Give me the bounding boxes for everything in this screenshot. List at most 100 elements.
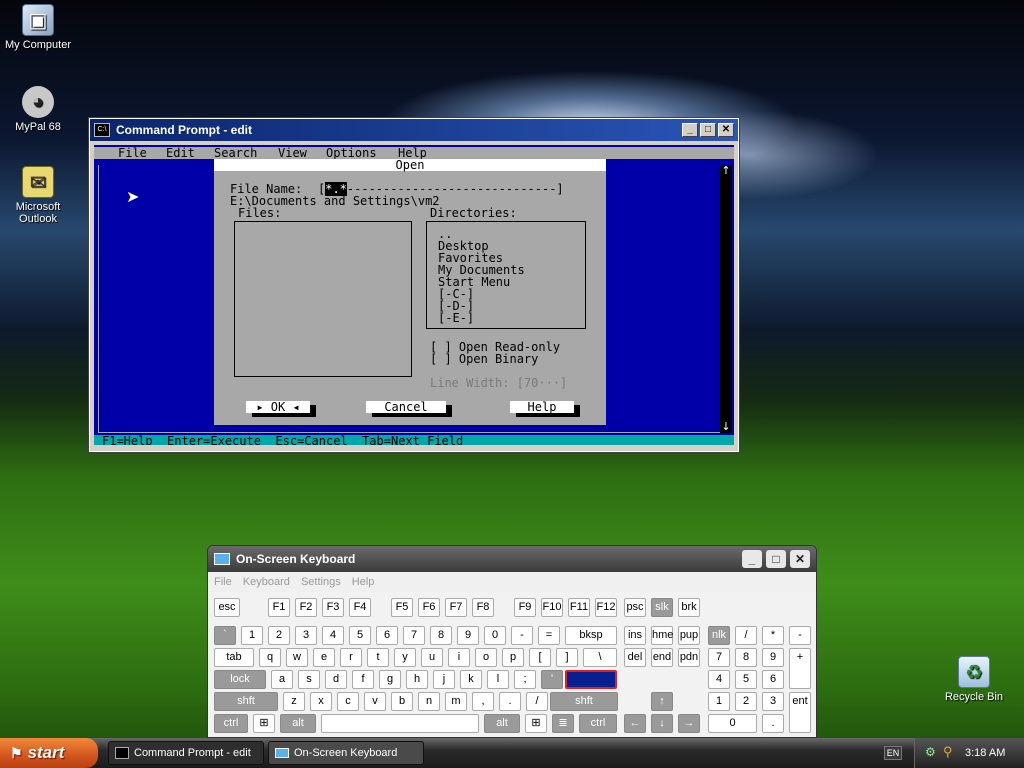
menu-edit[interactable]: Edit [166, 147, 195, 159]
osk-key[interactable]: pup [678, 626, 700, 645]
osk-key[interactable]: F7 [445, 598, 467, 617]
osk-key[interactable]: = [538, 626, 560, 645]
osk-key[interactable]: ] [556, 648, 578, 667]
osk-key[interactable]: F12 [595, 598, 617, 617]
osk-key[interactable]: - [511, 626, 533, 645]
cancel-button[interactable]: Cancel [366, 401, 446, 413]
ok-button[interactable]: ▸ OK ◂ [246, 401, 310, 413]
title-bar[interactable]: C:\ Command Prompt - edit _ □ ✕ [90, 119, 738, 141]
osk-key[interactable]: 2 [268, 626, 290, 645]
osk-key[interactable]: ent [789, 692, 811, 733]
osk-key[interactable]: / [526, 692, 548, 711]
osk-key[interactable]: z [283, 692, 305, 711]
directory-item[interactable]: [-E-] [438, 312, 585, 324]
console-area[interactable]: File Edit Search View Options Help ↑ ↓ ➤… [94, 145, 734, 445]
scroll-down-arrow[interactable]: ↓ [720, 421, 732, 433]
osk-key[interactable]: w [286, 648, 308, 667]
osk-key[interactable]: F4 [349, 598, 371, 617]
osk-key[interactable]: t [367, 648, 389, 667]
osk-key[interactable]: a [271, 670, 293, 689]
osk-key[interactable]: ctrl [214, 714, 248, 733]
osk-key[interactable]: 4 [708, 670, 730, 689]
osk-key[interactable]: x [310, 692, 332, 711]
osk-key[interactable]: 6 [376, 626, 398, 645]
osk-key[interactable]: \ [583, 648, 617, 667]
menu-options[interactable]: Options [326, 147, 377, 159]
osk-key[interactable]: F11 [568, 598, 590, 617]
osk-maximize-button[interactable]: □ [766, 550, 786, 568]
desktop-icon-recycle-bin[interactable]: ♻ Recycle Bin [936, 656, 1012, 703]
osk-key[interactable]: brk [678, 598, 700, 617]
osk-key[interactable]: v [364, 692, 386, 711]
osk-key[interactable]: g [379, 670, 401, 689]
osk-key[interactable]: 3 [762, 692, 784, 711]
language-indicator[interactable]: EN [884, 746, 902, 760]
osk-key[interactable]: ≣ [552, 714, 574, 733]
menu-search[interactable]: Search [214, 147, 257, 159]
scroll-up-arrow[interactable]: ↑ [720, 165, 732, 177]
osk-key[interactable]: p [502, 648, 524, 667]
osk-key[interactable]: F6 [418, 598, 440, 617]
osk-key[interactable]: 0 [484, 626, 506, 645]
osk-key[interactable]: u [421, 648, 443, 667]
osk-key[interactable]: hme [651, 626, 673, 645]
osk-key[interactable]: ' [541, 670, 563, 689]
osk-key[interactable]: 7 [708, 648, 730, 667]
help-button[interactable]: Help [510, 401, 574, 413]
start-button[interactable]: ⚑ start [0, 738, 98, 768]
osk-key[interactable]: alt [280, 714, 316, 733]
osk-key[interactable]: shft [214, 692, 278, 711]
osk-key[interactable] [321, 714, 479, 733]
osk-key[interactable]: F1 [268, 598, 290, 617]
osk-key[interactable]: esc [214, 598, 240, 617]
osk-key[interactable]: del [624, 648, 646, 667]
osk-key[interactable]: i [448, 648, 470, 667]
osk-key[interactable]: 6 [762, 670, 784, 689]
osk-key[interactable]: end [651, 648, 673, 667]
osk-menu-file[interactable]: File [214, 576, 232, 588]
osk-menu-help[interactable]: Help [352, 576, 375, 588]
osk-key[interactable]: slk [651, 598, 673, 617]
osk-key[interactable]: F3 [322, 598, 344, 617]
osk-key[interactable]: 1 [708, 692, 730, 711]
osk-key[interactable]: alt [484, 714, 520, 733]
osk-key[interactable]: n [418, 692, 440, 711]
osk-key[interactable]: 3 [295, 626, 317, 645]
osk-key[interactable]: 2 [735, 692, 757, 711]
osk-key[interactable]: e [313, 648, 335, 667]
osk-key[interactable]: o [475, 648, 497, 667]
osk-key[interactable]: . [499, 692, 521, 711]
desktop-icon-mypal[interactable]: ◕ MyPal 68 [0, 86, 76, 133]
osk-key[interactable]: 8 [430, 626, 452, 645]
osk-menu-keyboard[interactable]: Keyboard [243, 576, 290, 588]
osk-close-button[interactable]: ✕ [790, 550, 810, 568]
osk-key[interactable]: F10 [541, 598, 563, 617]
desktop-icon-my-computer[interactable]: ▣ My Computer [0, 4, 76, 51]
osk-key[interactable]: F2 [295, 598, 317, 617]
osk-key[interactable]: * [762, 626, 784, 645]
osk-key[interactable]: pdn [678, 648, 700, 667]
osk-key[interactable]: 9 [457, 626, 479, 645]
osk-key[interactable]: 4 [322, 626, 344, 645]
osk-key[interactable]: j [433, 670, 455, 689]
osk-key[interactable]: ← [624, 714, 646, 733]
osk-key[interactable]: m [445, 692, 467, 711]
osk-key[interactable]: q [259, 648, 281, 667]
osk-key[interactable]: 7 [403, 626, 425, 645]
osk-key[interactable]: + [789, 648, 811, 689]
osk-key[interactable]: , [472, 692, 494, 711]
osk-key[interactable]: [ [529, 648, 551, 667]
vertical-scrollbar[interactable]: ↑ ↓ [720, 165, 732, 433]
menu-view[interactable]: View [278, 147, 307, 159]
osk-key[interactable]: ins [624, 626, 646, 645]
osk-key[interactable]: nlk [708, 626, 730, 645]
osk-key[interactable]: ⊞ [253, 714, 275, 733]
maximize-button[interactable]: □ [700, 123, 716, 137]
osk-key[interactable]: lock [214, 670, 266, 689]
osk-minimize-button[interactable]: _ [742, 550, 762, 568]
minimize-button[interactable]: _ [682, 123, 698, 137]
desktop-icon-outlook[interactable]: ✉ Microsoft Outlook [0, 166, 76, 225]
osk-key[interactable]: bksp [565, 626, 617, 645]
osk-key[interactable]: b [391, 692, 413, 711]
osk-key[interactable]: s [298, 670, 320, 689]
